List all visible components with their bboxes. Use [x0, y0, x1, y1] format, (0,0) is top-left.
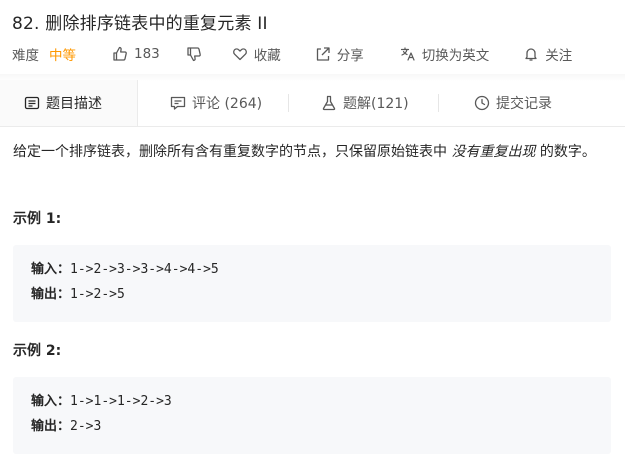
difficulty-badge: 中等	[49, 48, 76, 64]
example-1-input-line: 输入：1->2->3->3->4->4->5	[31, 257, 593, 282]
tab-label: 题目描述	[46, 96, 102, 112]
favorite-button[interactable]: 收藏	[232, 44, 281, 64]
example-output: 2->3	[70, 419, 102, 434]
description-text: 给定一个排序链表，删除所有含有重复数字的节点，只保留原始链表中	[13, 144, 452, 160]
output-label: 输出：	[31, 419, 71, 434]
problem-description: 给定一个排序链表，删除所有含有重复数字的节点，只保留原始链表中 没有重复出现 的…	[13, 140, 613, 165]
dislike-button[interactable]	[186, 46, 202, 62]
example-1-title: 示例 1:	[13, 211, 62, 227]
example-1-code-block: 输入：1->2->3->3->4->4->5 输出：1->2->5	[13, 245, 611, 322]
description-icon	[24, 96, 40, 110]
example-2-input-line: 输入：1->1->1->2->3	[31, 389, 593, 414]
bell-icon	[525, 48, 537, 61]
problem-tabs: 题目描述 评论 (264) 题解(121) 提交记录	[0, 80, 625, 127]
flask-icon	[322, 95, 336, 111]
share-icon	[316, 47, 330, 61]
thumbs-down-icon	[187, 47, 201, 62]
tab-submissions[interactable]: 提交记录	[439, 80, 589, 126]
tab-label: 评论 (264)	[192, 96, 263, 112]
tab-label: 提交记录	[496, 96, 552, 112]
follow-label: 关注	[545, 48, 573, 64]
description-emphasis: 没有重复出现	[451, 144, 536, 160]
problem-title: 82. 删除排序链表中的重复元素 II	[12, 14, 268, 34]
translate-icon	[400, 47, 415, 61]
example-input: 1->1->1->2->3	[70, 394, 172, 409]
problem-action-bar: 难度 中等 183 收藏 分享 切换为英文 关注	[12, 43, 622, 65]
share-label: 分享	[336, 48, 364, 64]
follow-button[interactable]: 关注	[523, 44, 572, 64]
favorite-label: 收藏	[253, 48, 281, 64]
example-1-output-line: 输出：1->2->5	[31, 282, 593, 307]
example-2-title: 示例 2:	[13, 343, 62, 359]
example-input: 1->2->3->3->4->4->5	[70, 262, 219, 277]
example-2-code-block: 输入：1->1->1->2->3 输出：2->3	[13, 377, 611, 454]
tab-solutions[interactable]: 题解(121)	[289, 80, 438, 126]
input-label: 输入：	[31, 394, 71, 409]
thumbs-up-icon	[113, 46, 127, 61]
share-button[interactable]: 分享	[315, 44, 364, 64]
heart-icon	[232, 48, 247, 61]
comment-icon	[170, 96, 186, 110]
tab-comments[interactable]: 评论 (264)	[138, 80, 288, 126]
like-count: 183	[134, 46, 160, 62]
input-label: 输入：	[31, 262, 71, 277]
example-output: 1->2->5	[70, 287, 125, 302]
translate-button[interactable]: 切换为英文	[400, 44, 490, 64]
translate-label: 切换为英文	[421, 48, 490, 64]
clock-icon	[474, 95, 490, 111]
example-2-output-line: 输出：2->3	[31, 414, 593, 439]
tab-description[interactable]: 题目描述	[0, 80, 138, 126]
description-text-end: 的数字。	[535, 144, 596, 160]
like-button[interactable]: 183	[112, 46, 160, 62]
tab-label: 题解(121)	[343, 96, 409, 112]
difficulty-label: 难度	[12, 48, 39, 64]
output-label: 输出：	[31, 287, 71, 302]
